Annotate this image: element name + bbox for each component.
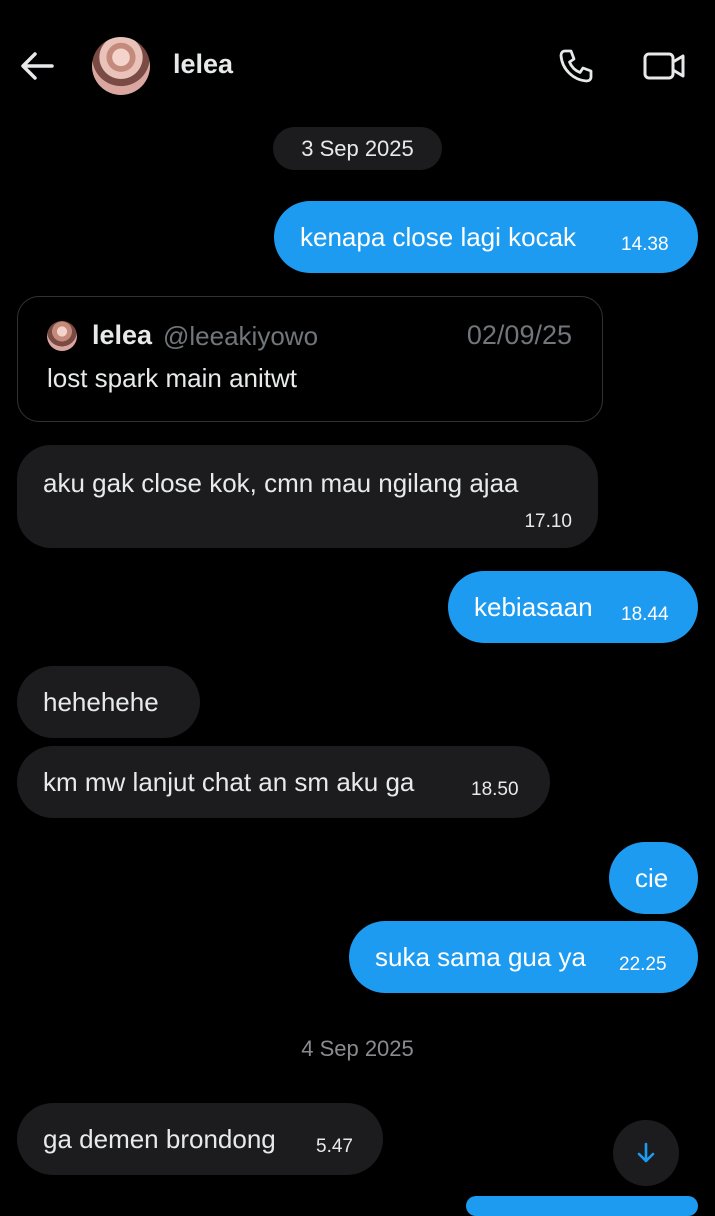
quoted-post-date: 02/09/25 (466, 320, 572, 350)
contact-name[interactable]: lelea (173, 49, 233, 80)
quoted-post-card[interactable]: lelea @leeakiyowo 02/09/25 lost spark ma… (17, 296, 603, 422)
chat-header: lelea (0, 0, 715, 130)
message-bubble-sent[interactable]: cie (609, 842, 698, 914)
date-separator: 3 Sep 2025 (273, 127, 442, 170)
message-bubble-received[interactable]: km mw lanjut chat an sm aku ga 18.50 (17, 746, 550, 818)
video-camera-icon (643, 52, 685, 80)
quoted-post-name: lelea (92, 320, 153, 350)
message-bubble-sent-partial[interactable] (466, 1196, 698, 1216)
message-time: 17.10 (524, 511, 572, 532)
message-text: suka sama gua ya (375, 942, 587, 972)
message-bubble-received[interactable]: hehehehe (17, 666, 200, 738)
message-bubble-sent[interactable]: suka sama gua ya 22.25 (349, 921, 698, 993)
message-bubble-sent[interactable]: kebiasaan 18.44 (448, 571, 698, 643)
message-time: 5.47 (316, 1136, 353, 1157)
video-call-button[interactable] (642, 46, 686, 86)
date-separator: 4 Sep 2025 (301, 1036, 414, 1061)
message-time: 22.25 (619, 954, 667, 975)
scroll-to-bottom-button[interactable] (613, 1120, 679, 1186)
call-button[interactable] (556, 46, 596, 86)
quoted-post-avatar (47, 321, 77, 351)
message-time: 14.38 (621, 234, 669, 255)
message-time: 18.44 (621, 604, 669, 625)
message-text: hehehehe (43, 687, 159, 717)
message-text: ga demen brondong (43, 1124, 276, 1154)
message-text: aku gak close kok, cmn mau ngilang ajaa (43, 468, 519, 498)
message-text: kebiasaan (474, 592, 593, 622)
back-button[interactable] (18, 47, 56, 85)
message-bubble-received[interactable]: ga demen brondong 5.47 (17, 1103, 383, 1175)
message-text: cie (635, 863, 669, 893)
back-arrow-icon (21, 52, 54, 80)
message-time: 18.50 (471, 779, 519, 800)
message-text: km mw lanjut chat an sm aku ga (43, 767, 415, 797)
message-text: kenapa close lagi kocak (300, 222, 577, 252)
arrow-down-icon (637, 1142, 655, 1163)
contact-avatar[interactable] (92, 37, 150, 95)
message-bubble-sent[interactable]: kenapa close lagi kocak 14.38 (274, 201, 698, 273)
quoted-post-handle: @leeakiyowo (163, 321, 319, 351)
phone-icon (559, 49, 593, 83)
message-bubble-received[interactable]: aku gak close kok, cmn mau ngilang ajaa … (17, 445, 598, 548)
quoted-post-text: lost spark main anitwt (47, 363, 297, 393)
